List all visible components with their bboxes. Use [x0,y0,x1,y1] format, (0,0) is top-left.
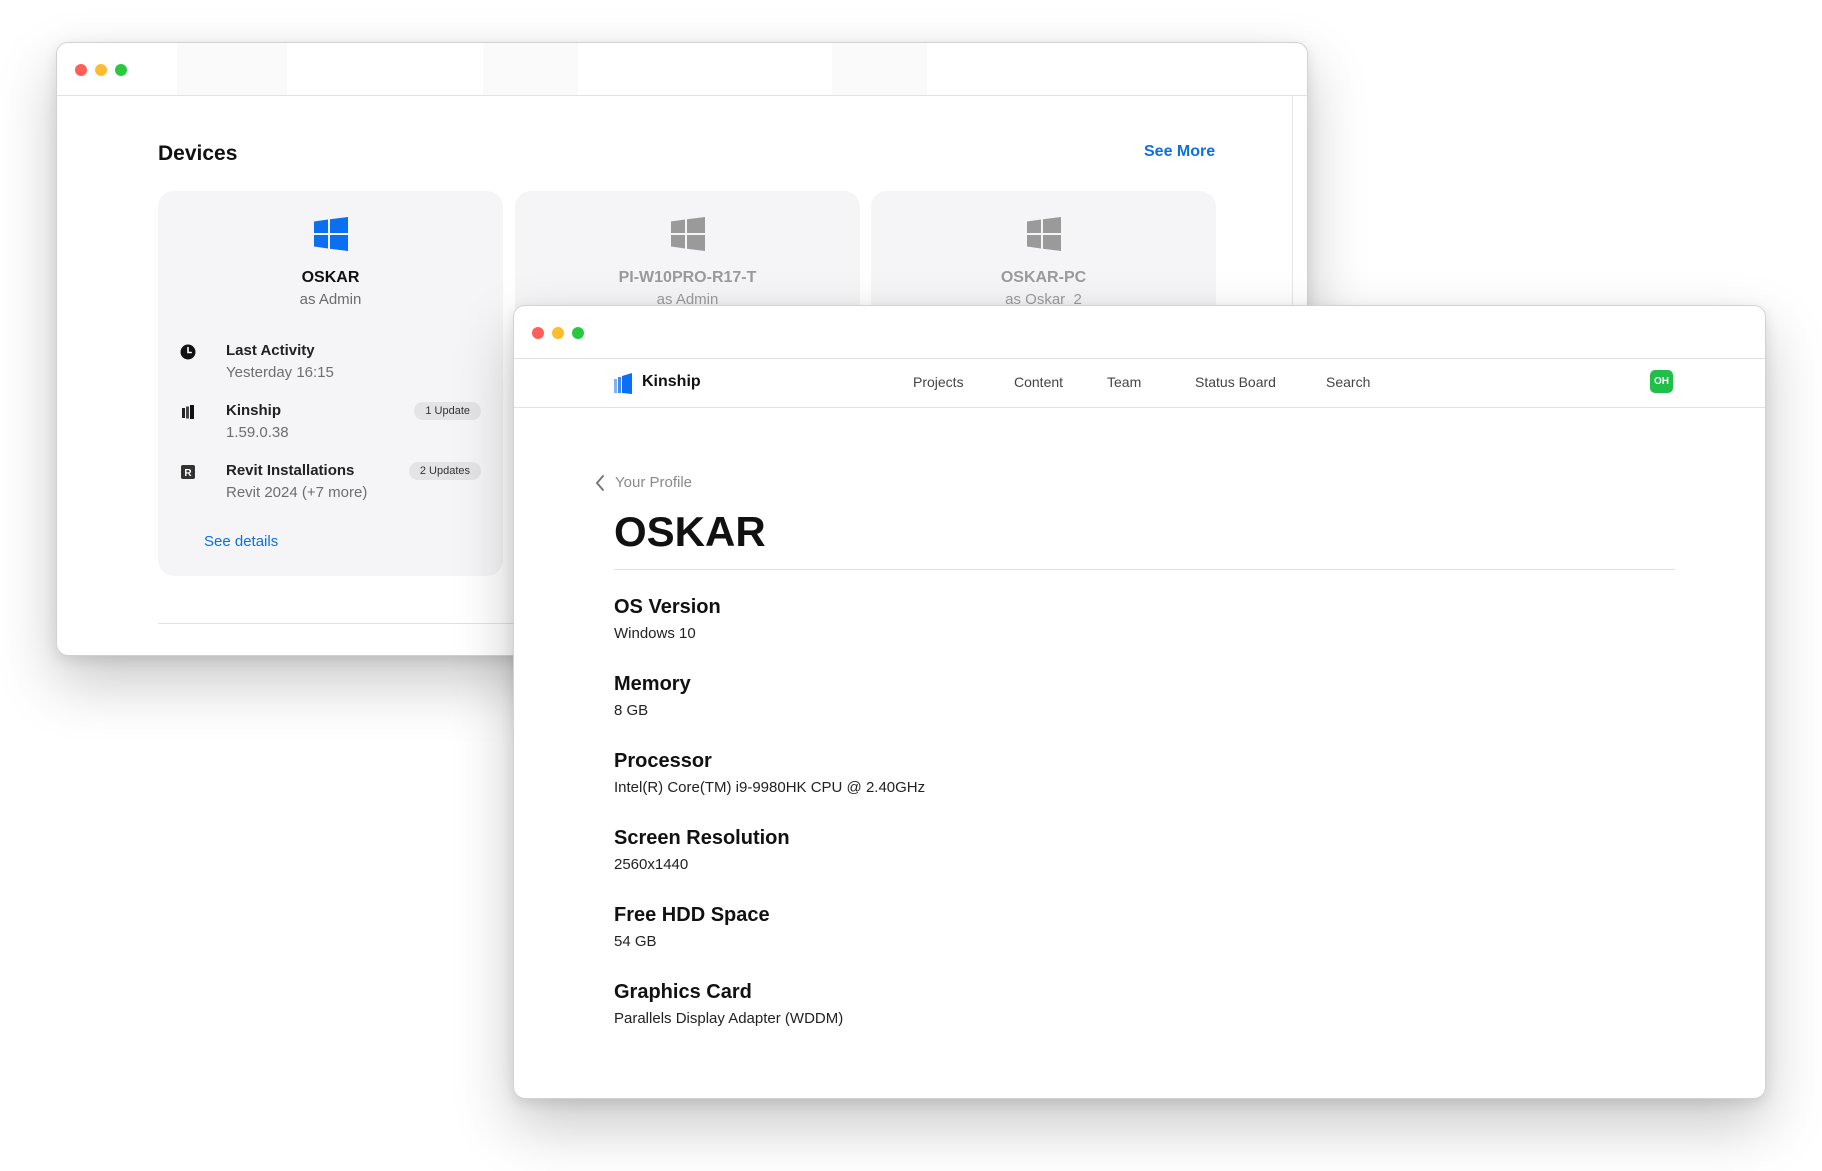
nav-search[interactable]: Search [1326,374,1370,390]
divider [614,569,1675,570]
spec-processor: Processor Intel(R) Core(TM) i9-9980HK CP… [614,750,925,796]
tab[interactable] [177,43,287,95]
windows-logo-icon [670,217,705,251]
detail-label: Last Activity [226,342,315,359]
update-badge: 2 Updates [408,462,481,480]
tab[interactable] [832,43,927,95]
spec-memory: Memory 8 GB [614,673,691,719]
title-bar [57,43,1307,96]
spec-label: Processor [614,750,712,772]
close-window-button[interactable] [532,327,544,339]
minimize-window-button[interactable] [95,64,107,76]
nav-status-board[interactable]: Status Board [1195,374,1276,390]
user-avatar[interactable]: OH [1650,370,1673,393]
tab[interactable] [483,43,578,95]
device-name: OSKAR [301,269,360,286]
top-navigation: Kinship Projects Content Team Status Boa… [514,359,1765,408]
spec-label: Memory [614,673,691,695]
spec-label: Screen Resolution [614,827,790,849]
device-name: PI-W10PRO-R17-T [618,269,757,286]
see-details-link[interactable]: See details [204,533,278,550]
windows-logo-icon [1026,217,1061,251]
device-name: OSKAR-PC [1000,269,1087,286]
update-badge: 1 Update [414,402,481,420]
detail-label: Revit Installations [226,462,355,479]
page-title: OSKAR [614,508,766,555]
nav-team[interactable]: Team [1107,374,1141,390]
brand-name[interactable]: Kinship [642,373,701,391]
spec-os-version: OS Version Windows 10 [614,596,721,642]
detail-label: Kinship [226,402,281,419]
nav-projects[interactable]: Projects [913,374,964,390]
kinship-app-icon [182,405,194,419]
spec-free-hdd-space: Free HDD Space 54 GB [614,904,770,950]
detail-value: Revit 2024 (+7 more) [226,484,368,501]
spec-value: 2560x1440 [614,856,689,873]
spec-value: Parallels Display Adapter (WDDM) [614,1010,844,1027]
see-more-link[interactable]: See More [1144,143,1215,161]
spec-value: 8 GB [614,702,649,719]
windows-logo-icon [313,217,348,251]
chevron-left-icon[interactable] [594,474,606,492]
spec-value: Windows 10 [614,625,696,642]
spec-label: Graphics Card [614,981,752,1003]
detail-value: 1.59.0.38 [226,424,289,441]
minimize-window-button[interactable] [552,327,564,339]
detail-value: Yesterday 16:15 [226,364,334,381]
spec-screen-resolution: Screen Resolution 2560x1440 [614,827,790,873]
device-card-oskar[interactable]: OSKAR as Admin Last Activity Yesterday 1… [158,191,503,576]
spec-label: Free HDD Space [614,904,770,926]
zoom-window-button[interactable] [572,327,584,339]
spec-graphics-card: Graphics Card Parallels Display Adapter … [614,981,843,1027]
svg-text:R: R [184,468,192,479]
title-bar [514,306,1765,359]
spec-label: OS Version [614,596,721,618]
spec-value: Intel(R) Core(TM) i9-9980HK CPU @ 2.40GH… [614,779,926,796]
breadcrumb-back-link[interactable]: Your Profile [615,474,692,491]
zoom-window-button[interactable] [115,64,127,76]
kinship-logo-icon[interactable] [614,373,634,394]
device-role: as Admin [299,291,362,308]
close-window-button[interactable] [75,64,87,76]
spec-value: 54 GB [614,933,657,950]
section-title: Devices [158,142,238,165]
nav-content[interactable]: Content [1014,374,1063,390]
clock-icon [180,344,196,360]
revit-icon: R [181,465,195,479]
device-profile-window: Kinship Projects Content Team Status Boa… [513,305,1766,1099]
